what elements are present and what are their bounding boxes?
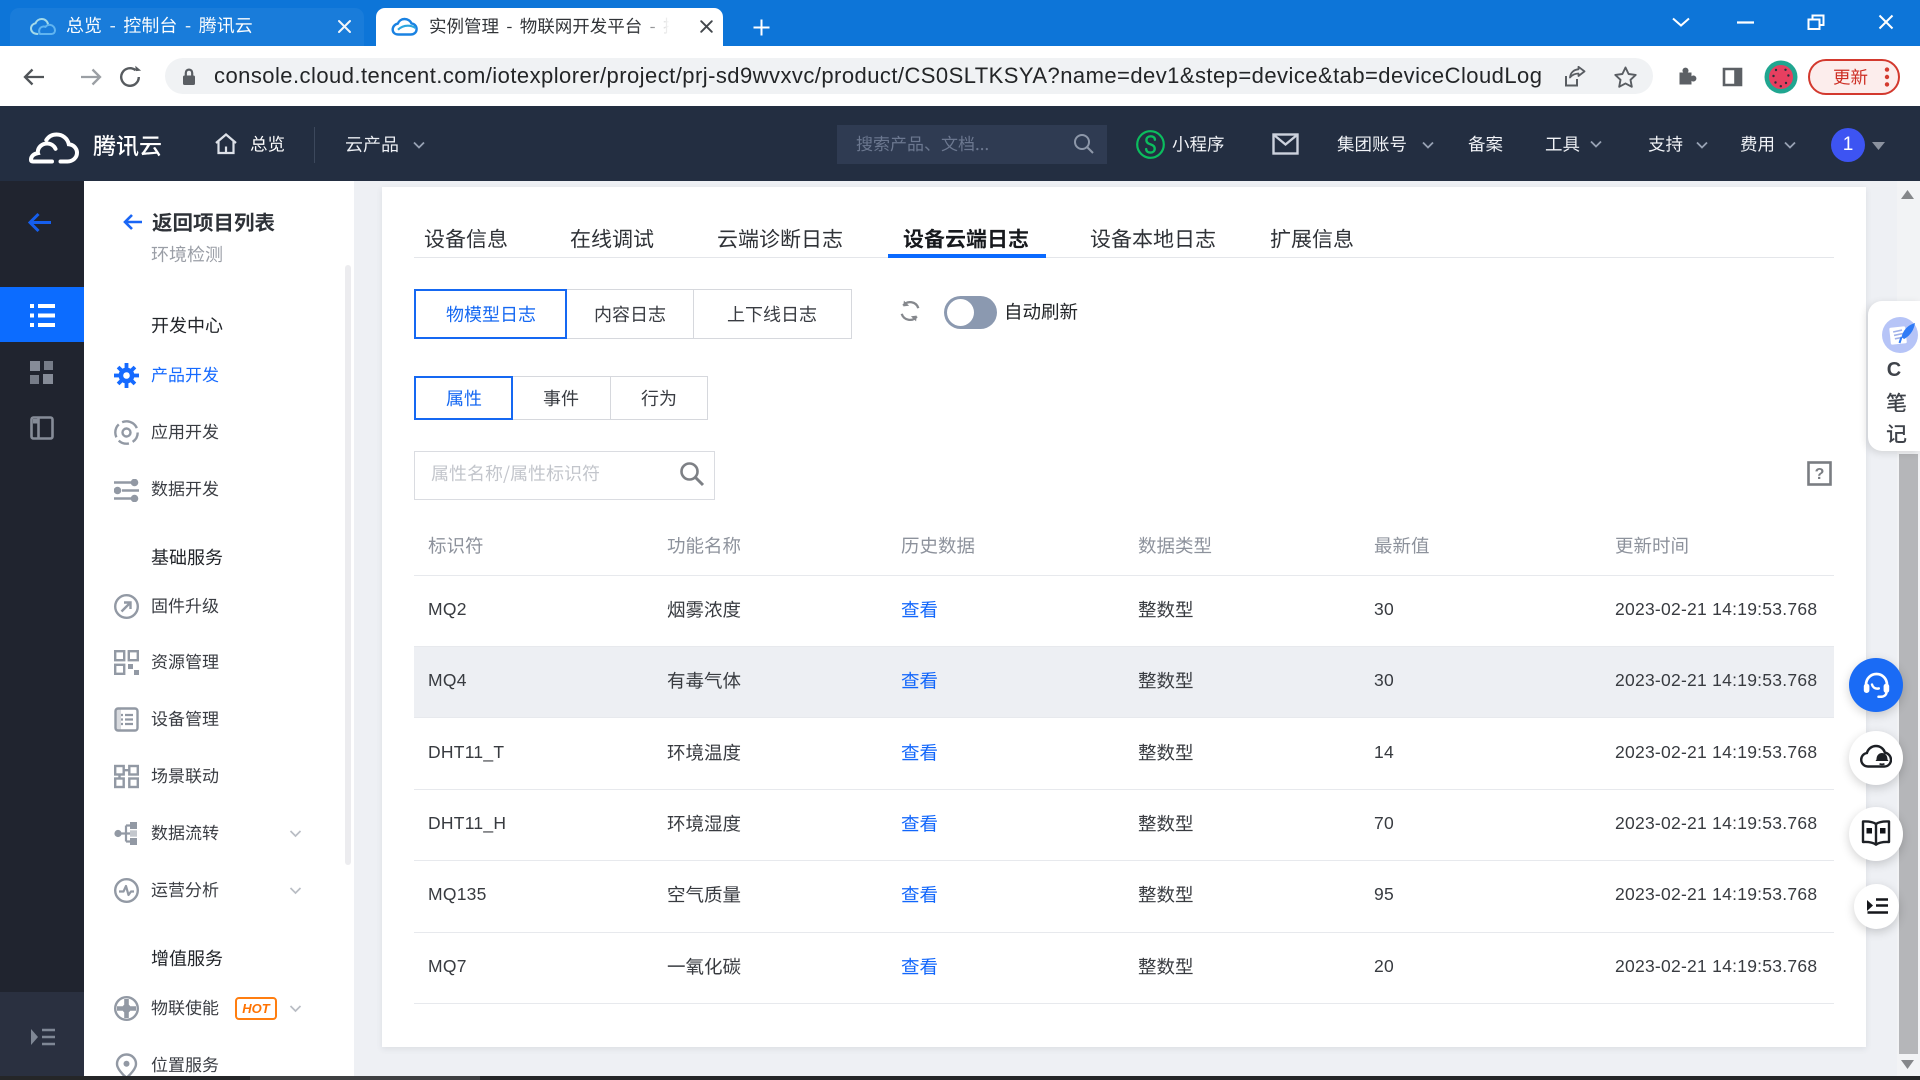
svg-text:?: ?	[1815, 466, 1825, 483]
